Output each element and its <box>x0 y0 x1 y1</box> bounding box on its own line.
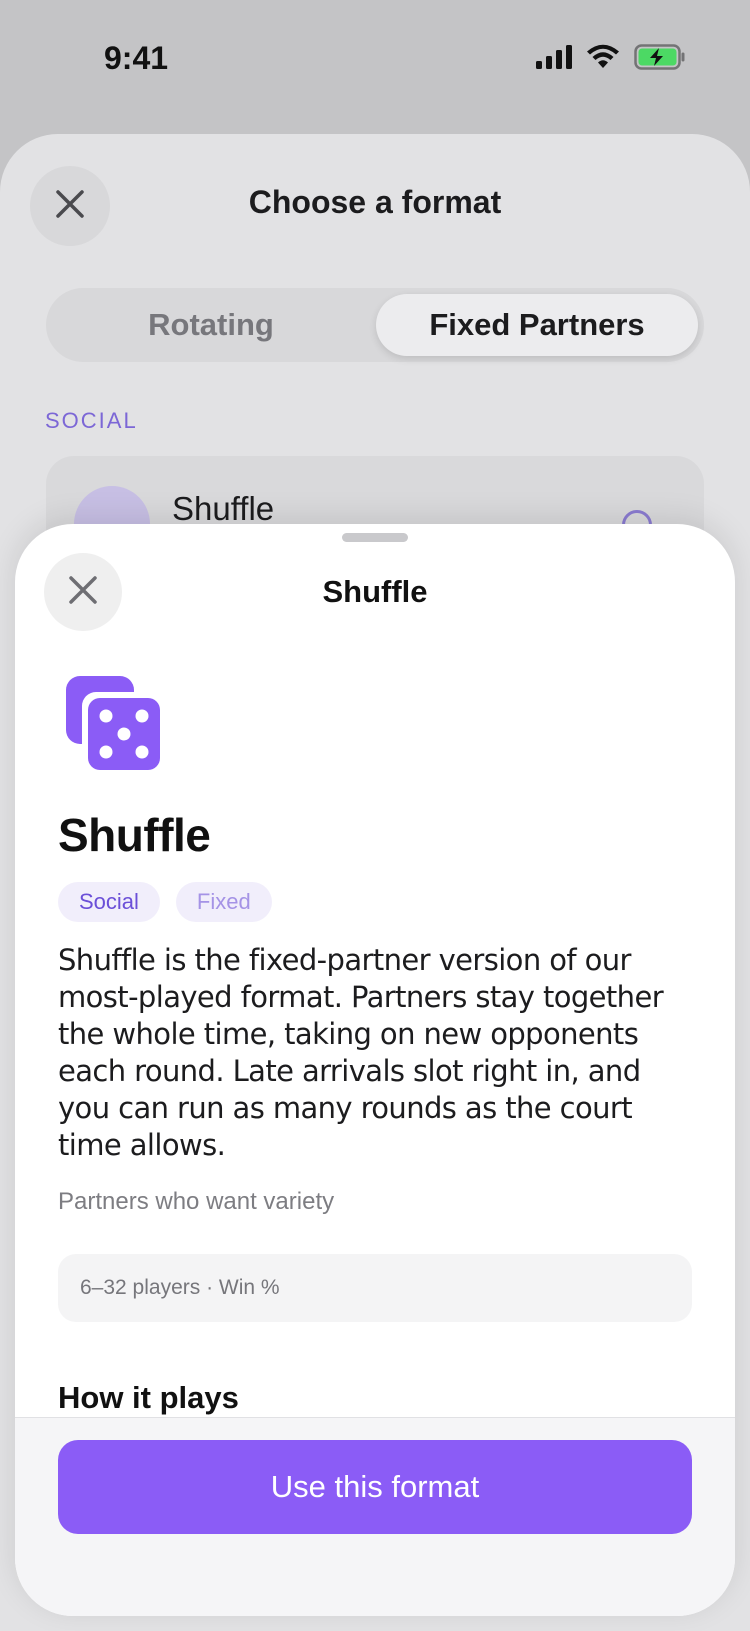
dice-icon <box>66 676 166 776</box>
format-detail-sheet: Shuffle Shuffle Social Fixed Shuffle is … <box>15 524 735 1616</box>
battery-charging-icon <box>634 44 686 75</box>
picker-title: Choose a format <box>248 184 502 220</box>
format-name: Shuffle <box>58 809 211 861</box>
use-format-button[interactable]: Use this format <box>58 1440 692 1534</box>
status-bar: 9:41 <box>0 0 750 120</box>
segment-rotating[interactable]: Rotating <box>52 294 370 356</box>
how-it-plays-heading: How it plays <box>58 1380 239 1415</box>
format-tags: Social Fixed <box>58 882 272 922</box>
status-time: 9:41 <box>104 40 169 76</box>
format-info-box: 6–32 players · Win % <box>58 1254 692 1322</box>
format-card-title: Shuffle <box>172 490 275 527</box>
format-description: Shuffle is the fixed-partner version of … <box>58 943 664 1162</box>
player-count-and-scoring: 6–32 players · Win % <box>80 1276 280 1299</box>
format-segmented-control: Rotating Fixed Partners <box>46 288 704 362</box>
detail-header-title: Shuffle <box>322 574 428 609</box>
section-label-social: SOCIAL <box>45 408 138 433</box>
tag-fixed: Fixed <box>175 882 272 922</box>
sheet-grabber[interactable] <box>342 533 408 542</box>
tag-social: Social <box>58 882 160 922</box>
segment-fixed-partners[interactable]: Fixed Partners <box>376 294 698 356</box>
wifi-icon <box>586 44 620 75</box>
signal-icon <box>536 45 572 74</box>
status-icons <box>536 44 686 75</box>
format-audience: Partners who want variety <box>58 1188 335 1215</box>
